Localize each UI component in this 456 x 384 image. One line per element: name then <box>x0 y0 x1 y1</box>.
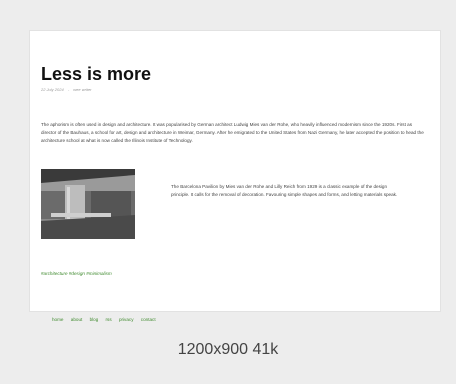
thumbnail-dimensions-label: 1200x900 41k <box>177 341 279 358</box>
footer-link-blog[interactable]: blog <box>90 317 99 322</box>
article-paragraph: The aphorism is often used in design and… <box>41 122 424 143</box>
meta-separator: - <box>67 87 70 92</box>
footer-link-about[interactable]: about <box>71 317 83 322</box>
image-caption: The Barcelona Pavilion by Mies van der R… <box>171 184 398 197</box>
article-tags[interactable]: #architecture #design #minimalism <box>41 271 112 276</box>
footer-link-privacy[interactable]: privacy <box>119 317 134 322</box>
page-preview-card[interactable]: Less is more 22 July 2024 - wee writer T… <box>30 31 440 311</box>
article-author: wee writer <box>73 87 92 92</box>
article-date: 22 July 2024 <box>41 87 64 92</box>
footer-link-rss[interactable]: rss <box>106 317 112 322</box>
thumbnail-frame: Less is more 22 July 2024 - wee writer T… <box>0 0 456 384</box>
footer-link-contact[interactable]: contact <box>141 317 156 322</box>
article-image <box>41 169 135 239</box>
footer-nav: home about blog rss privacy contact <box>52 317 162 322</box>
article-meta: 22 July 2024 - wee writer <box>41 87 92 92</box>
article-title: Less is more <box>41 64 152 84</box>
pavilion-photo-graphic <box>41 169 135 239</box>
footer-link-home[interactable]: home <box>52 317 64 322</box>
